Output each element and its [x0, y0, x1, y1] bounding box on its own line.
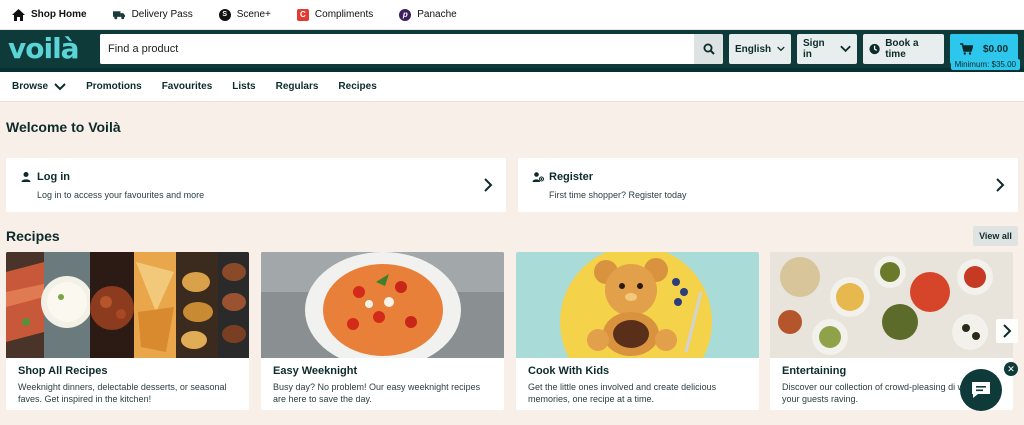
recipe-card-title: Shop All Recipes	[18, 365, 108, 377]
nav-lists[interactable]: Lists	[232, 81, 255, 92]
chevron-down-icon	[54, 82, 66, 90]
recipe-card-desc: Busy day? No problem! Our easy weeknight…	[273, 382, 481, 404]
login-card[interactable]: Log in Log in to access your favourites …	[6, 158, 506, 212]
primary-nav: Browse Promotions Favourites Lists Regul…	[0, 72, 1024, 102]
tab-shop-home[interactable]: Shop Home	[12, 0, 87, 30]
tab-label: Compliments	[314, 9, 374, 20]
recipe-image-pancake-bear	[516, 252, 759, 358]
recipe-image-platter	[770, 252, 1013, 358]
search-bar	[100, 34, 723, 64]
recipe-card-title: Entertaining	[782, 365, 847, 377]
recipe-card-desc: Get the little ones involved and create …	[528, 382, 717, 404]
signin-label: Sign in	[803, 38, 825, 60]
recipe-card-easy-weeknight[interactable]: Easy Weeknight Busy day? No problem! Our…	[261, 252, 504, 410]
login-subtitle: Log in to access your favourites and mor…	[37, 190, 205, 200]
user-add-icon	[532, 172, 544, 182]
close-icon[interactable]: ✕	[1004, 362, 1018, 376]
search-icon	[703, 43, 715, 55]
view-all-button[interactable]: View all	[973, 226, 1018, 246]
nav-regulars[interactable]: Regulars	[276, 81, 319, 92]
book-time-button[interactable]: Book a time	[863, 34, 944, 64]
chevron-down-icon	[840, 45, 851, 53]
language-select[interactable]: English	[729, 34, 791, 64]
nav-recipes[interactable]: Recipes	[338, 81, 376, 92]
home-icon	[12, 8, 25, 21]
chat-icon	[972, 382, 990, 398]
nav-browse[interactable]: Browse	[12, 81, 66, 92]
register-card[interactable]: Register First time shopper? Register to…	[518, 158, 1018, 212]
tab-label: Delivery Pass	[131, 9, 193, 20]
brand-bar: Shop Home Delivery Pass S Scene+ C Compl…	[0, 0, 1024, 30]
book-time-label: Book a time	[885, 38, 919, 60]
carousel-next-button[interactable]	[996, 319, 1018, 343]
chevron-right-icon	[996, 178, 1005, 192]
user-icon	[21, 172, 31, 182]
signin-button[interactable]: Sign in	[797, 34, 857, 64]
recipe-card-cook-with-kids[interactable]: Cook With Kids Get the little ones invol…	[516, 252, 759, 410]
nav-promotions[interactable]: Promotions	[86, 81, 142, 92]
tab-scene-plus[interactable]: S Scene+	[218, 0, 271, 30]
tab-delivery-pass[interactable]: Delivery Pass	[112, 0, 193, 30]
cart-icon	[959, 43, 973, 55]
scene-plus-icon: S	[218, 8, 231, 21]
page-title: Welcome to Voilà	[6, 119, 121, 135]
search-input[interactable]	[100, 34, 694, 64]
tab-label: Scene+	[236, 9, 271, 20]
nav-favourites[interactable]: Favourites	[162, 81, 213, 92]
search-button[interactable]	[694, 34, 723, 64]
chat-button[interactable]	[960, 369, 1002, 411]
recipe-image-collage	[6, 252, 249, 358]
tab-label: Shop Home	[31, 9, 87, 20]
nav-browse-label: Browse	[12, 81, 49, 92]
cart-minimum-badge: Minimum: $35.00	[950, 59, 1020, 70]
tab-compliments[interactable]: C Compliments	[296, 0, 374, 30]
panache-icon: p	[399, 8, 412, 21]
register-title: Register	[549, 171, 594, 183]
language-label: English	[735, 43, 772, 55]
clock-icon	[869, 43, 880, 55]
recipes-heading: Recipes	[6, 228, 60, 244]
recipe-image-pasta	[261, 252, 504, 358]
chevron-right-icon	[484, 178, 493, 192]
compliments-icon: C	[296, 8, 309, 21]
recipe-card-title: Easy Weeknight	[273, 365, 358, 377]
cart-total: $0.00	[982, 43, 1009, 55]
login-title: Log in	[37, 171, 70, 183]
tab-label: Panache	[417, 9, 457, 20]
voila-logo[interactable]: voilà	[8, 35, 100, 63]
register-subtitle: First time shopper? Register today	[549, 190, 687, 200]
chevron-right-icon	[1003, 324, 1012, 338]
recipe-card-desc: Weeknight dinners, delectable desserts, …	[18, 382, 227, 404]
recipe-card-shop-all[interactable]: Shop All Recipes Weeknight dinners, dele…	[6, 252, 249, 410]
tab-panache[interactable]: p Panache	[399, 0, 457, 30]
main-header: voilà English Sign in Book a time $0.00	[0, 30, 1024, 72]
truck-icon	[112, 8, 126, 21]
recipe-card-title: Cook With Kids	[528, 365, 610, 377]
chevron-down-icon	[777, 46, 785, 52]
